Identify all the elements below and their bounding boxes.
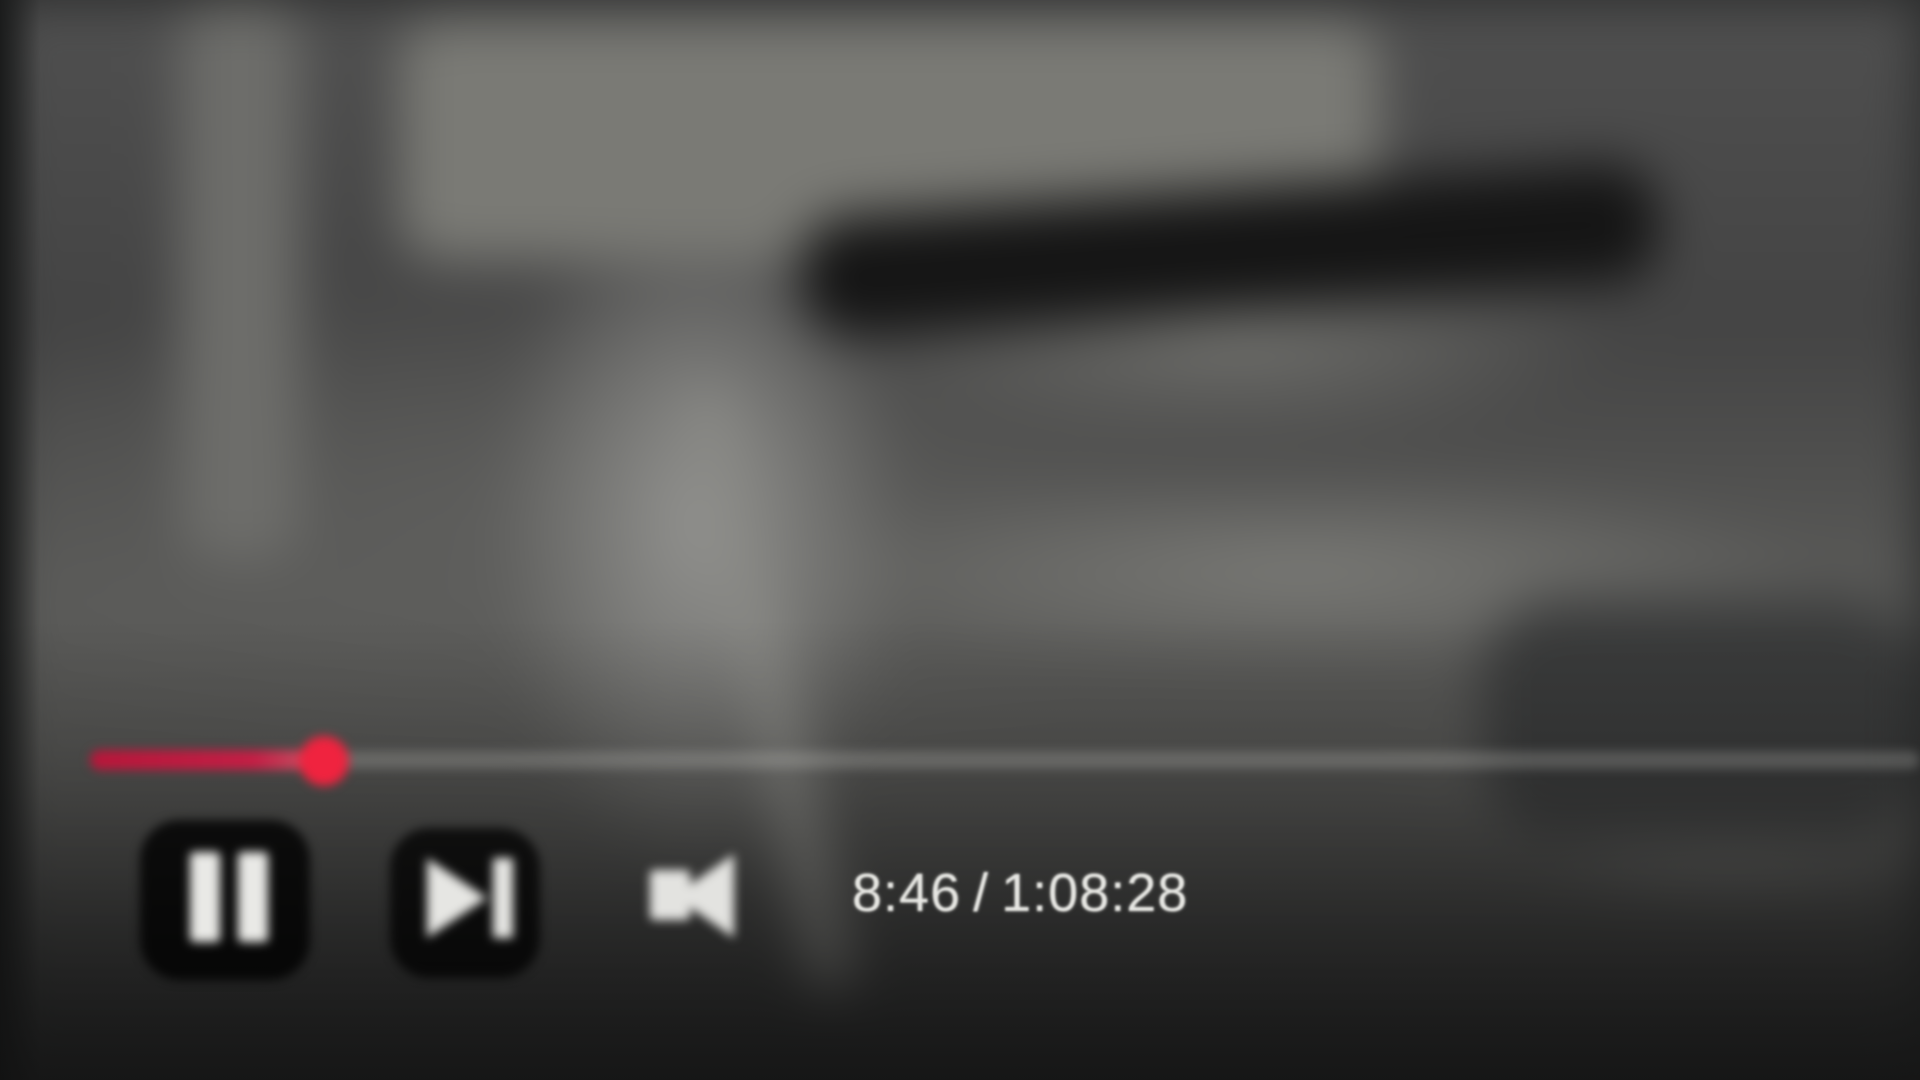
progress-scrubber-handle[interactable] xyxy=(299,736,350,786)
video-player[interactable]: 8:46/1:08:28 xyxy=(0,0,1920,1080)
progress-played xyxy=(90,750,325,770)
progress-track[interactable] xyxy=(90,751,1920,769)
pause-button[interactable] xyxy=(140,820,310,980)
duration: 1:08:28 xyxy=(1001,863,1189,923)
progress-bar[interactable] xyxy=(90,736,1920,786)
current-time: 8:46 xyxy=(852,863,962,923)
time-display: 8:46/1:08:28 xyxy=(852,862,1188,924)
time-separator: / xyxy=(973,863,990,923)
volume-button[interactable] xyxy=(640,848,770,958)
player-controls: 8:46/1:08:28 xyxy=(0,800,1920,980)
next-button[interactable] xyxy=(390,828,545,978)
